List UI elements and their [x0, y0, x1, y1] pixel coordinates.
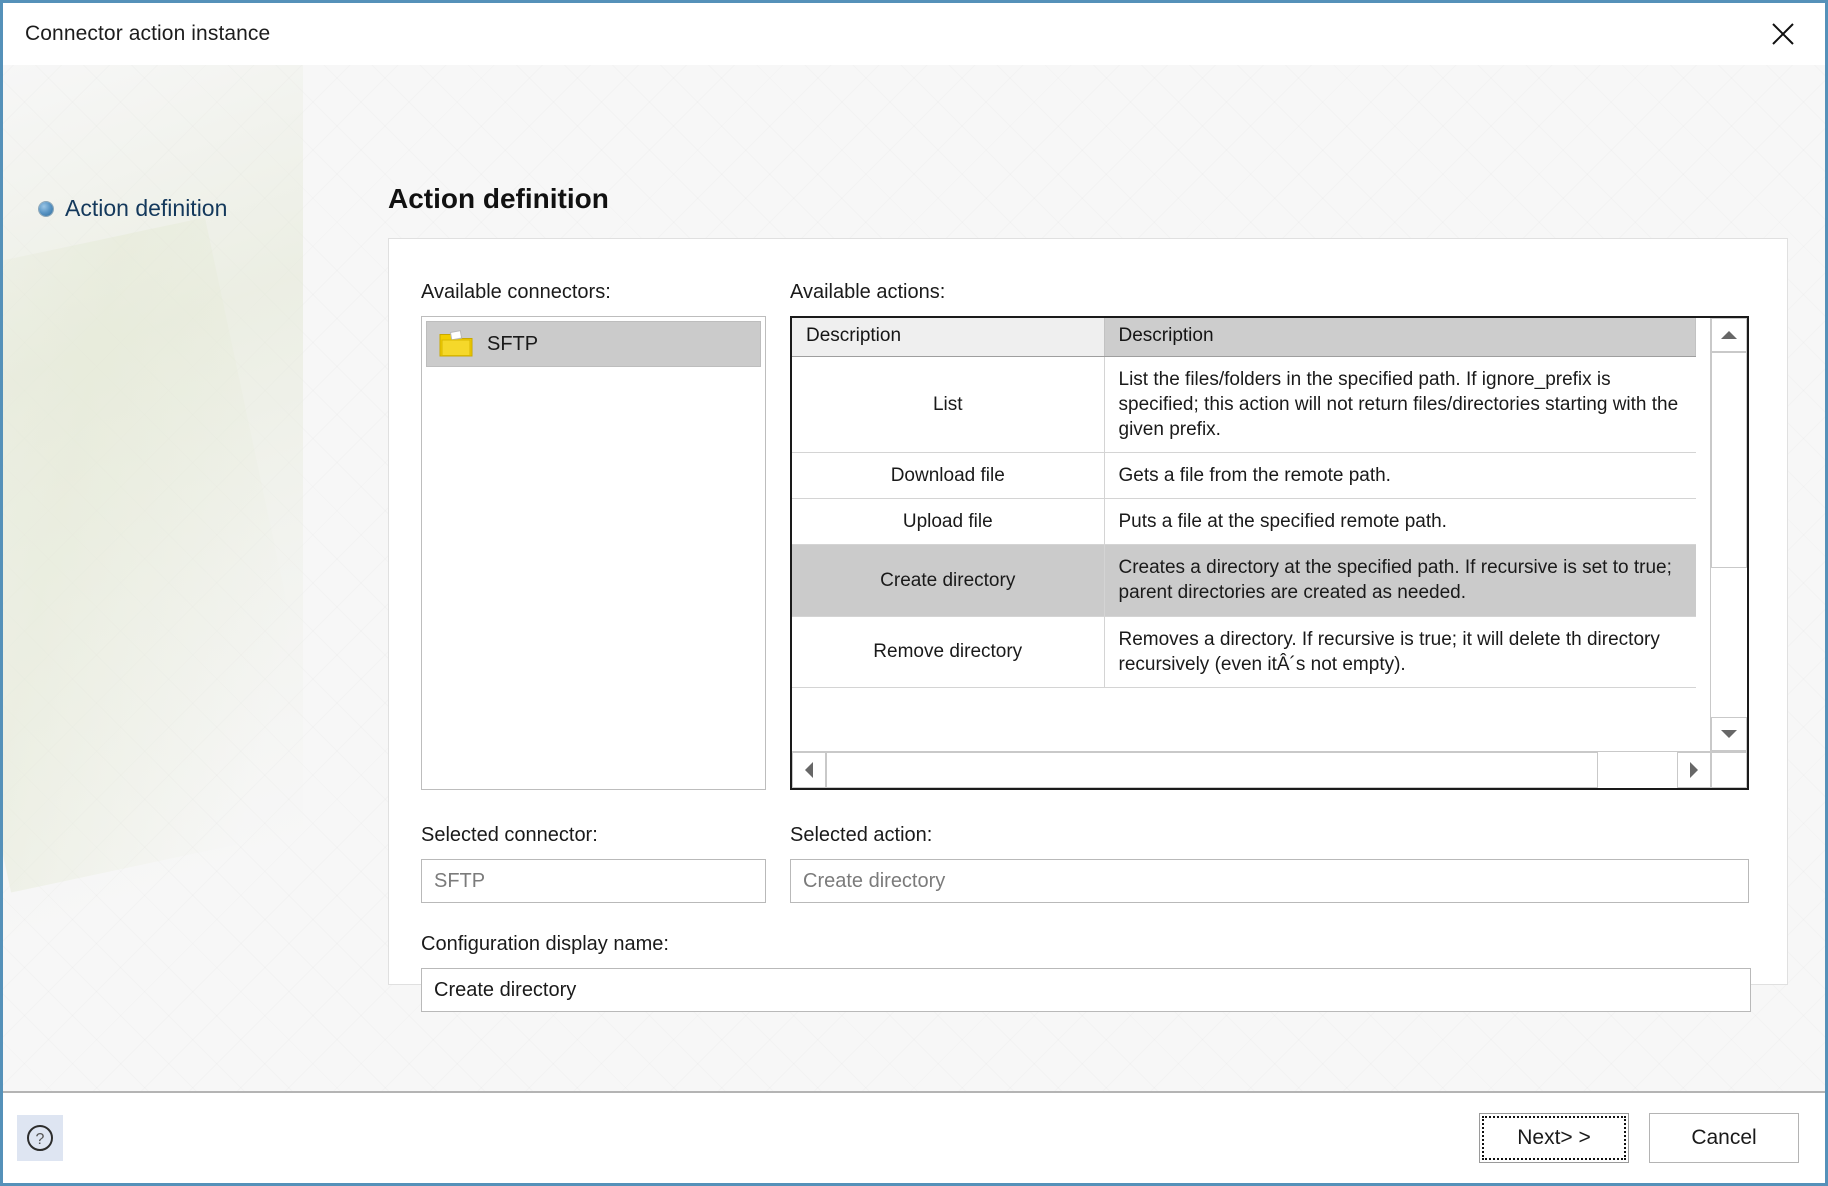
folder-icon: [439, 330, 473, 357]
sidebar-item-label: Action definition: [65, 195, 228, 221]
action-description: Gets a file from the remote path.: [1104, 452, 1696, 500]
footer-buttons: Next> > Cancel: [1479, 1113, 1799, 1163]
bullet-icon: [39, 201, 53, 216]
selected-connector-input[interactable]: SFTP: [421, 859, 766, 903]
close-icon[interactable]: [1763, 14, 1803, 54]
column-header-name[interactable]: Description: [792, 318, 1105, 357]
available-actions-label: Available actions:: [790, 281, 946, 303]
action-definition-panel: Available connectors: SFTP Available act…: [388, 238, 1788, 1012]
next-button[interactable]: Next> >: [1479, 1113, 1629, 1163]
vertical-scroll-thumb[interactable]: [1711, 352, 1747, 568]
window-title: Connector action instance: [25, 22, 271, 45]
table-scroll-area: Description Description List List the fi: [792, 318, 1710, 751]
title-bar: Connector action instance: [3, 3, 1825, 65]
action-name: Remove directory: [792, 616, 1105, 688]
config-display-name-group: Configuration display name: Create direc…: [421, 933, 1751, 1012]
main-content: Action definition Available connectors:: [388, 65, 1825, 1091]
available-connectors-label: Available connectors:: [421, 281, 611, 303]
table-viewport: Description Description List List the fi: [792, 318, 1747, 751]
action-name: Upload file: [792, 498, 1105, 546]
horizontal-scroll-track[interactable]: [826, 752, 1677, 788]
selected-action-input[interactable]: Create directory: [790, 859, 1749, 903]
selected-action-label: Selected action:: [790, 824, 933, 846]
scrollbar-corner: [1711, 752, 1747, 788]
svg-text:?: ?: [36, 1131, 45, 1148]
action-name: Download file: [792, 452, 1105, 500]
dialog-footer: ? Next> > Cancel: [3, 1091, 1825, 1183]
actions-table: Description Description List List the fi: [792, 318, 1696, 688]
wizard-step-nav: Action definition: [3, 65, 388, 1091]
scroll-left-arrow-icon[interactable]: [792, 752, 826, 788]
scroll-down-arrow-icon[interactable]: [1711, 717, 1747, 751]
available-actions-table: Description Description List List the fi: [790, 316, 1749, 790]
horizontal-scrollbar[interactable]: [792, 751, 1747, 788]
action-name: Create directory: [792, 544, 1105, 617]
actions-table-body: List List the files/folders in the speci…: [792, 356, 1696, 688]
action-description: Creates a directory at the specified pat…: [1104, 544, 1696, 617]
list-item[interactable]: SFTP: [426, 321, 761, 367]
table-row[interactable]: Upload file Puts a file at the specified…: [792, 498, 1696, 546]
horizontal-scroll-thumb[interactable]: [826, 752, 1598, 788]
table-row[interactable]: Download file Gets a file from the remot…: [792, 452, 1696, 500]
column-header-description[interactable]: Description: [1104, 318, 1696, 357]
list-item-label: SFTP: [487, 332, 539, 355]
vertical-scrollbar[interactable]: [1710, 318, 1747, 751]
scroll-up-arrow-icon[interactable]: [1711, 318, 1747, 352]
action-name: List: [792, 356, 1105, 454]
table-header-row: Description Description: [792, 318, 1696, 357]
selected-action-group: Selected action: Create directory: [790, 824, 1749, 903]
table-row-selected[interactable]: Create directory Creates a directory at …: [792, 544, 1696, 617]
scroll-right-arrow-icon[interactable]: [1677, 752, 1711, 788]
vertical-scroll-track[interactable]: [1711, 352, 1747, 717]
dialog-body: Action definition Action definition Avai…: [3, 65, 1825, 1091]
table-row[interactable]: Remove directory Removes a directory. If…: [792, 616, 1696, 688]
help-icon[interactable]: ?: [17, 1115, 63, 1161]
dialog-window: Connector action instance Action definit…: [0, 0, 1828, 1186]
connectors-column: Available connectors: SFTP: [421, 281, 766, 790]
cancel-button[interactable]: Cancel: [1649, 1113, 1799, 1163]
config-display-name-label: Configuration display name:: [421, 933, 669, 955]
available-connectors-list[interactable]: SFTP: [421, 316, 766, 790]
selectors-row: Available connectors: SFTP Available act…: [421, 281, 1749, 790]
selected-connector-label: Selected connector:: [421, 824, 598, 846]
actions-column: Available actions: Description Descripti…: [790, 281, 1749, 790]
action-description: Removes a directory. If recursive is tru…: [1104, 616, 1696, 688]
action-description: Puts a file at the specified remote path…: [1104, 498, 1696, 546]
selected-connector-group: Selected connector: SFTP: [421, 824, 766, 903]
table-row[interactable]: List List the files/folders in the speci…: [792, 356, 1696, 454]
selected-row: Selected connector: SFTP Selected action…: [421, 824, 1749, 903]
config-display-name-input[interactable]: Create directory: [421, 968, 1751, 1012]
page-title: Action definition: [388, 183, 609, 214]
action-description: List the files/folders in the specified …: [1104, 356, 1696, 454]
sidebar-item-action-definition[interactable]: Action definition: [3, 195, 388, 222]
